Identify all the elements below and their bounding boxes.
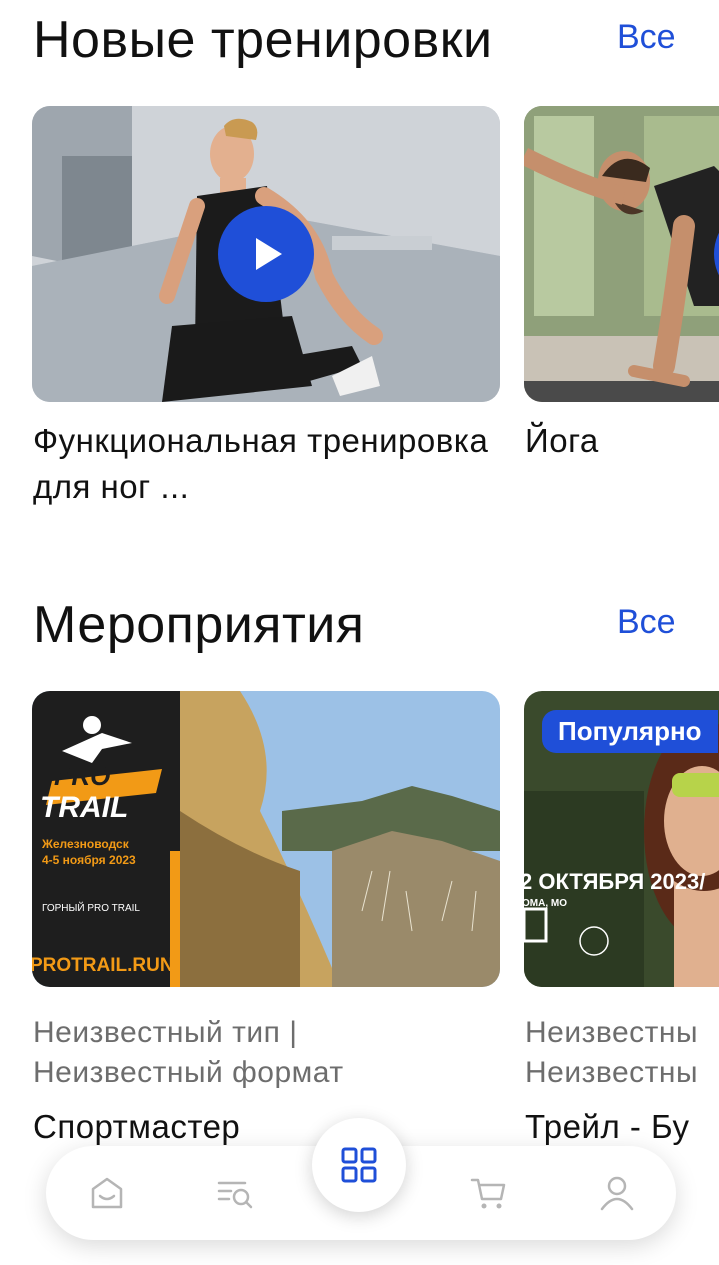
poster2-date: 2 ОКТЯБРЯ 2023/ — [524, 869, 706, 894]
workout-photo-2 — [524, 106, 719, 402]
poster-dates: 4-5 ноября 2023 — [42, 853, 136, 867]
poster-subtitle: ГОРНЫЙ PRO TRAIL — [42, 903, 140, 914]
catalog-search-icon — [217, 1181, 253, 1209]
event-card-1-image[interactable]: PRO TRAIL Железноводск 4-5 ноября 2023 Г… — [32, 691, 500, 987]
play-button[interactable] — [218, 206, 314, 302]
workout-card-1-title[interactable]: Функциональная тренировка для ног ... — [33, 418, 493, 510]
events-see-all-link[interactable]: Все — [617, 603, 676, 642]
event-card-2-title[interactable]: Трейл - Бу — [525, 1104, 689, 1150]
poster-site: PROTRAIL.RUN — [32, 955, 174, 976]
poster-location: Железноводск — [42, 837, 129, 851]
home-icon — [91, 1177, 123, 1209]
profile-icon — [600, 1176, 634, 1211]
tab-main-grid[interactable] — [312, 1118, 406, 1212]
event-card-1-meta-format: Неизвестный формат — [33, 1056, 344, 1089]
poster2-place: ОМА, МО — [524, 898, 567, 909]
workouts-title: Новые тренировки — [33, 11, 493, 69]
popular-badge: Популярно — [542, 710, 718, 753]
event-card-1-meta-type: Неизвестный тип | — [33, 1016, 298, 1049]
poster-brand-bottom: TRAIL — [40, 791, 129, 824]
tab-home[interactable] — [82, 1168, 132, 1218]
play-icon — [256, 238, 282, 270]
tab-profile[interactable] — [592, 1168, 642, 1218]
workouts-see-all-link[interactable]: Все — [617, 18, 676, 57]
tab-catalog-search[interactable] — [210, 1168, 260, 1218]
cart-icon — [470, 1178, 506, 1209]
poster-brand-top: PRO — [54, 761, 111, 791]
workout-card-2-title[interactable]: Йога — [525, 418, 719, 464]
events-title: Мероприятия — [33, 596, 365, 654]
tab-cart[interactable] — [464, 1168, 514, 1218]
grid-icon — [341, 1147, 377, 1183]
event-card-2-meta-format: Неизвестны — [525, 1056, 699, 1089]
workout-card-2-image[interactable] — [524, 106, 719, 402]
workout-card-1-image[interactable] — [32, 106, 500, 402]
event-card-2-meta-type: Неизвестны — [525, 1016, 699, 1049]
event-card-1-title[interactable]: Спортмастер — [33, 1104, 240, 1150]
